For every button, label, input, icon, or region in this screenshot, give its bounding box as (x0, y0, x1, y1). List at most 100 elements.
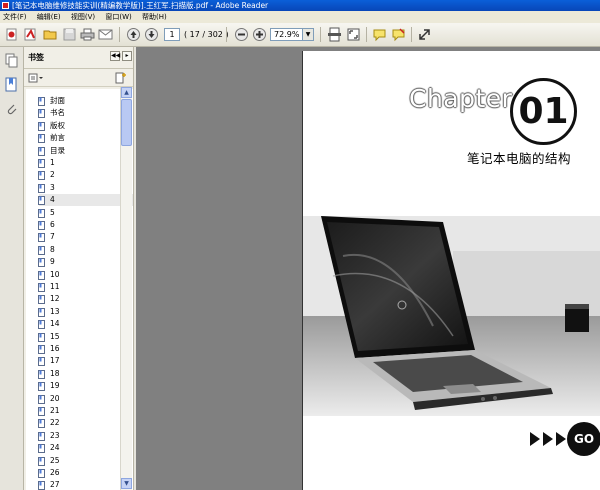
bookmark-page-icon (38, 134, 45, 144)
bookmark-page-icon (38, 419, 45, 429)
bookmark-page-icon (38, 394, 45, 404)
menu-bar: 文件(F) 编辑(E) 视图(V) 窗口(W) 帮助(H) (0, 11, 600, 23)
zoom-level-input[interactable]: 72.9% (270, 28, 303, 41)
options-menu-icon[interactable] (28, 73, 44, 83)
bookmark-label: 封面 (50, 96, 65, 105)
page-number-input[interactable]: 1 (164, 28, 180, 41)
zoom-dropdown-arrow[interactable]: ▼ (303, 28, 314, 41)
bookmark-label: 22 (50, 418, 60, 428)
bookmark-label: 1 (50, 158, 55, 167)
bookmark-label: 11 (50, 282, 60, 291)
scroll-down-arrow[interactable]: ▼ (121, 478, 132, 489)
bookmark-label: 26 (50, 468, 60, 477)
expand-icon[interactable] (417, 27, 432, 42)
zoom-in-icon[interactable] (252, 27, 267, 42)
bookmark-label: 书名 (50, 108, 65, 118)
new-bookmark-icon[interactable] (115, 72, 127, 84)
page-count: ( 17 / 302 ) (184, 30, 229, 39)
bookmark-scrollbar[interactable]: ▲ ▼ (120, 87, 132, 490)
bookmark-label: 版权 (50, 120, 65, 130)
chapter-number: 01 (518, 91, 569, 132)
bookmark-page-icon (38, 295, 45, 305)
bookmark-label: 前言 (50, 133, 65, 143)
menu-file[interactable]: 文件(F) (3, 11, 27, 23)
bookmark-page-icon (38, 258, 45, 268)
menu-edit[interactable]: 编辑(E) (37, 11, 61, 23)
bookmark-label: 21 (50, 406, 60, 415)
next-page-icon[interactable] (144, 27, 159, 42)
bookmark-page-icon (38, 97, 45, 106)
bookmark-label: 17 (50, 356, 60, 366)
bookmark-page-icon (38, 320, 45, 330)
bookmark-page-icon (38, 221, 45, 230)
acrobat-icon[interactable] (23, 27, 38, 42)
open-folder-icon[interactable] (43, 27, 58, 42)
highlight-icon[interactable] (391, 27, 406, 42)
bookmark-label: 23 (50, 430, 60, 440)
scroll-up-arrow[interactable]: ▲ (121, 87, 132, 98)
bookmark-label: 9 (50, 257, 55, 267)
menu-view[interactable]: 视图(V) (71, 11, 95, 23)
bookmark-label: 15 (50, 331, 60, 341)
menu-help[interactable]: 帮助(H) (142, 11, 167, 23)
create-pdf-icon[interactable] (4, 27, 19, 42)
comment-icon[interactable] (372, 27, 387, 42)
bookmark-label: 目录 (50, 145, 65, 155)
window-title: [笔记本电脑维修技能实训(精编教学版)].王红军.扫描版.pdf - Adobe… (12, 1, 269, 10)
go-badge: GO (567, 422, 600, 456)
previous-page-icon[interactable] (126, 27, 141, 42)
bookmark-page-icon (38, 171, 45, 181)
bookmark-label: 18 (50, 368, 60, 378)
toolbar: 1 ( 17 / 302 ) 72.9% ▼ (0, 23, 600, 47)
bookmark-page-icon (38, 307, 45, 317)
bookmark-page-icon (38, 233, 45, 243)
bookmark-label: 27 (50, 480, 60, 490)
bookmark-label: 10 (50, 269, 60, 279)
zoom-out-icon[interactable] (234, 27, 249, 42)
bookmark-label: 20 (50, 393, 60, 403)
save-icon[interactable] (62, 27, 77, 42)
bookmark-page-icon (38, 431, 45, 441)
bookmark-page-icon (38, 159, 45, 168)
print-icon[interactable] (80, 27, 95, 42)
bookmark-label: 19 (50, 381, 60, 391)
scroll-thumb[interactable] (121, 99, 132, 146)
bookmark-page-icon (38, 407, 45, 416)
bookmark-label: 14 (50, 319, 60, 329)
menu-window[interactable]: 窗口(W) (105, 11, 131, 23)
laptop-illustration (303, 216, 600, 416)
bookmark-label: 16 (50, 344, 60, 353)
bookmark-page-icon (38, 481, 45, 490)
email-icon[interactable] (98, 27, 113, 42)
chapter-number-badge: 01 (510, 78, 577, 145)
bookmark-page-icon (38, 369, 45, 379)
navigation-strip (0, 47, 24, 490)
bookmark-page-icon (38, 245, 45, 255)
bookmark-page-icon (38, 183, 45, 193)
bookmark-page-icon (38, 345, 45, 354)
adobe-reader-icon (2, 2, 9, 9)
pages-panel-icon[interactable] (4, 53, 19, 68)
bookmark-page-icon (38, 444, 45, 454)
bookmark-page-icon (38, 357, 45, 367)
bookmark-label: 7 (50, 232, 55, 242)
chapter-word: Chapter (409, 84, 513, 113)
bookmark-label: 3 (50, 182, 55, 192)
fit-width-icon[interactable] (346, 27, 361, 42)
bookmark-label: 8 (50, 244, 55, 254)
bookmarks-panel-icon[interactable] (4, 77, 19, 92)
bookmark-label: 6 (50, 220, 55, 229)
bookmark-page-icon (38, 146, 45, 156)
bookmark-label: 25 (50, 455, 60, 465)
bookmark-page-icon (38, 208, 45, 218)
bookmark-label: 2 (50, 170, 55, 180)
fit-page-icon[interactable] (327, 27, 342, 42)
bookmark-page-icon (38, 270, 45, 280)
panel-menu-button[interactable]: ▸ (122, 51, 132, 61)
bookmark-page-icon (38, 332, 45, 342)
panel-header: 书签 ◀◀ ▸ (24, 47, 134, 69)
collapse-panel-button[interactable]: ◀◀ (110, 51, 120, 61)
arrow-triangles-icon (530, 432, 566, 446)
attachments-icon[interactable] (4, 101, 19, 116)
chapter-subtitle: 笔记本电脑的结构 (467, 151, 572, 166)
